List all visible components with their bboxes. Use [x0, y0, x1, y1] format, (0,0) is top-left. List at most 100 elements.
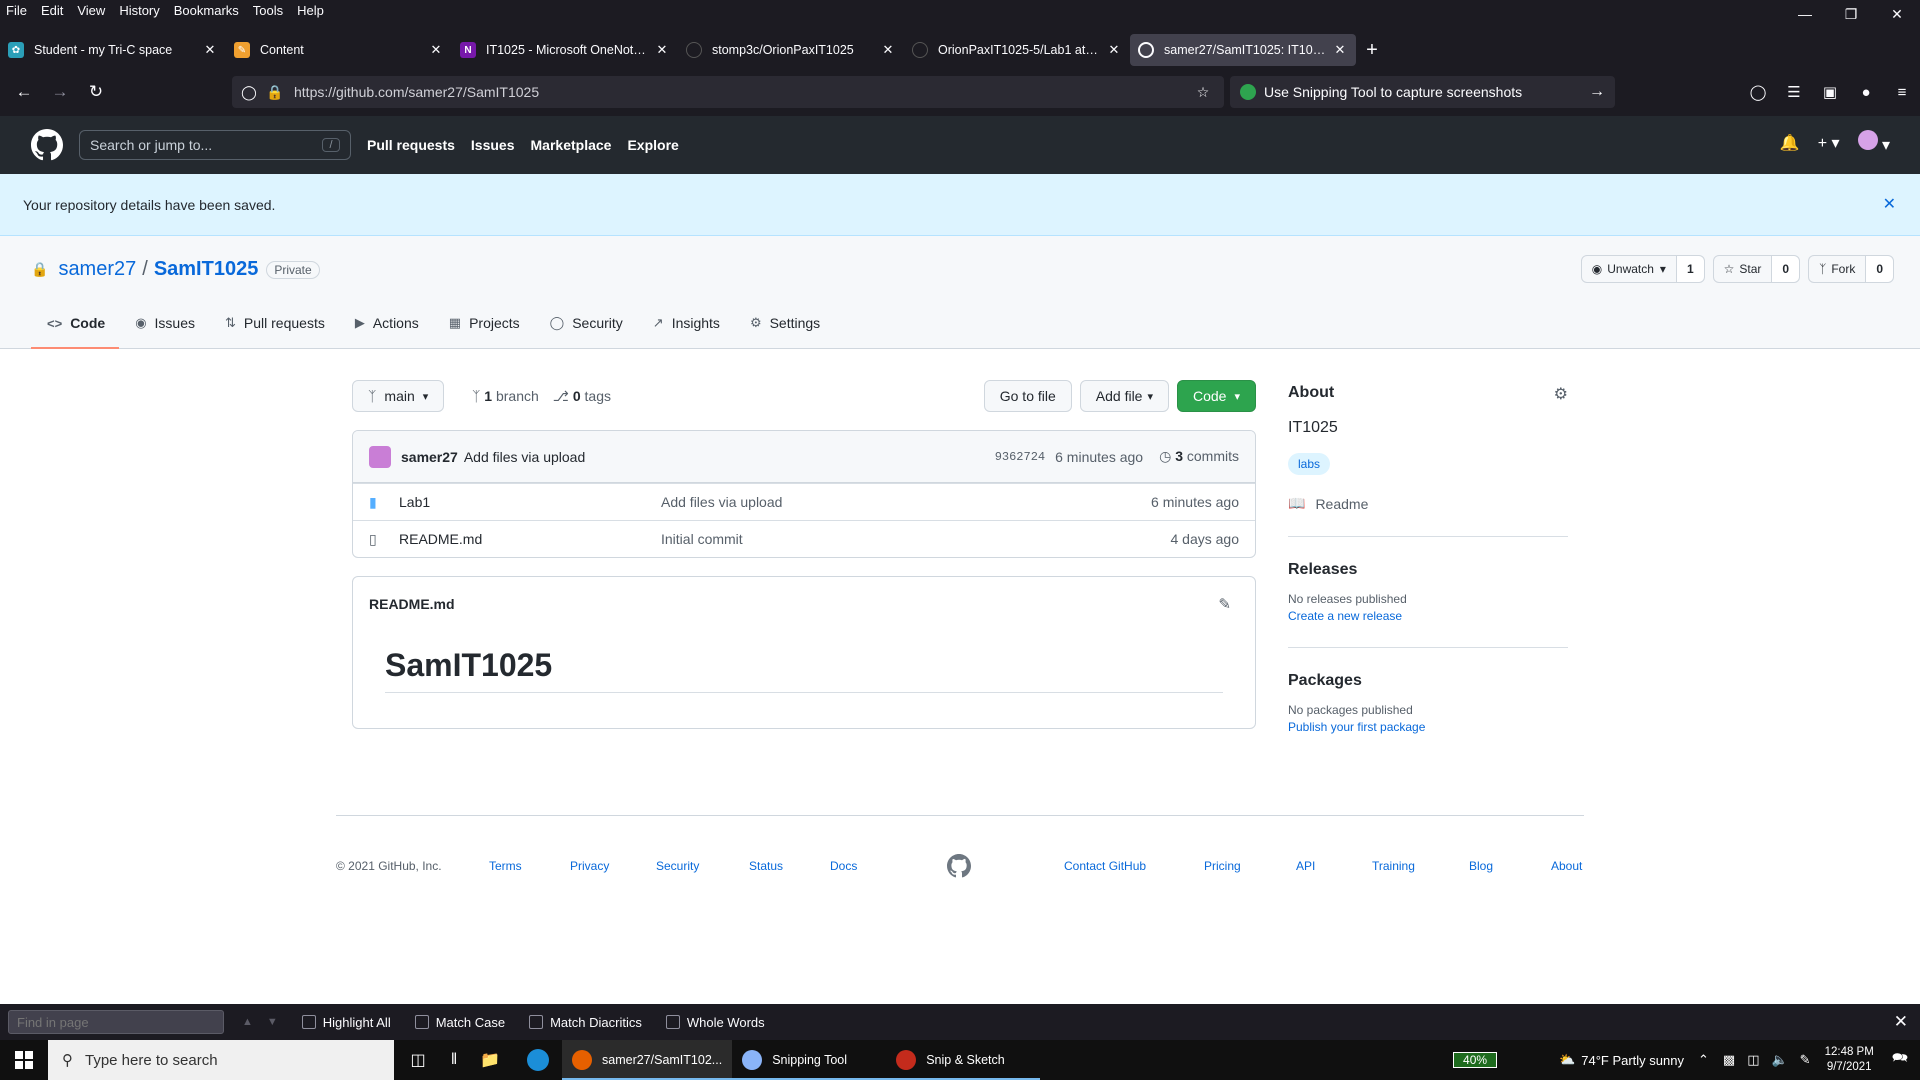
readme-link[interactable]: 📖 Readme — [1288, 495, 1568, 512]
pencil-edit-icon[interactable]: ✎ — [1218, 595, 1231, 613]
hamburger-menu-icon[interactable]: ≡ — [1884, 84, 1920, 101]
footer-link-pricing[interactable]: Pricing — [1204, 859, 1241, 873]
file-row[interactable]: ▯ README.md Initial commit 4 days ago — [353, 520, 1255, 557]
repo-owner-link[interactable]: samer27 — [58, 258, 136, 281]
shield-icon[interactable]: ◯ — [236, 84, 262, 101]
find-previous-icon[interactable]: ▲ — [242, 1016, 253, 1028]
volume-icon[interactable]: 🔈 — [1771, 1052, 1787, 1068]
new-tab-icon[interactable]: + — [1356, 34, 1388, 66]
create-release-link[interactable]: Create a new release — [1288, 609, 1568, 623]
menu-bookmarks[interactable]: Bookmarks — [167, 3, 246, 18]
notifications-bell-icon[interactable]: 🔔 — [1780, 133, 1800, 153]
go-to-file-button[interactable]: Go to file — [983, 380, 1072, 412]
library-icon[interactable]: ☰ — [1776, 83, 1812, 101]
menu-help[interactable]: Help — [290, 3, 331, 18]
browser-tab[interactable]: OrionPaxIT1025-5/Lab1 at mast ✕ — [904, 34, 1130, 66]
extension-icon[interactable]: ▣ — [1812, 83, 1848, 101]
commit-message[interactable]: Add files via upload — [464, 449, 585, 465]
find-next-icon[interactable]: ▼ — [267, 1016, 278, 1028]
github-logo-icon[interactable] — [31, 129, 63, 161]
close-tab-icon[interactable]: ✕ — [880, 42, 896, 58]
file-name[interactable]: Lab1 — [399, 494, 661, 510]
footer-link-terms[interactable]: Terms — [489, 859, 522, 873]
lock-icon[interactable]: 🔒 — [262, 84, 288, 101]
packages-heading[interactable]: Packages — [1288, 672, 1568, 690]
tray-app-icon[interactable]: ▩ — [1723, 1052, 1735, 1068]
back-icon[interactable]: ← — [6, 76, 42, 108]
tab-code[interactable]: <> Code — [31, 298, 120, 349]
pinned-app-icon[interactable]: ‖ — [442, 1040, 466, 1080]
nav-explore[interactable]: Explore — [627, 137, 678, 153]
file-row[interactable]: ▮ Lab1 Add files via upload 6 minutes ag… — [353, 483, 1255, 520]
bookmark-star-icon[interactable]: ☆ — [1190, 84, 1216, 101]
footer-link-blog[interactable]: Blog — [1469, 859, 1493, 873]
menu-edit[interactable]: Edit — [34, 3, 70, 18]
browser-tab[interactable]: ✎ Content ✕ — [226, 34, 452, 66]
publish-package-link[interactable]: Publish your first package — [1288, 720, 1568, 734]
taskbar-app-firefox[interactable]: samer27/SamIT102... — [562, 1040, 733, 1080]
highlight-all-checkbox[interactable]: Highlight All — [301, 1015, 391, 1030]
footer-link-api[interactable]: API — [1296, 859, 1315, 873]
chevron-up-icon[interactable]: ⌃ — [1698, 1052, 1709, 1068]
releases-heading[interactable]: Releases — [1288, 561, 1568, 579]
restore-icon[interactable]: ❐ — [1828, 0, 1874, 28]
repo-name-link[interactable]: SamIT1025 — [154, 258, 259, 281]
footer-link-status[interactable]: Status — [749, 859, 783, 873]
taskbar-app-snipping-tool[interactable]: Snipping Tool — [732, 1040, 887, 1080]
minimize-icon[interactable]: — — [1782, 0, 1828, 28]
close-tab-icon[interactable]: ✕ — [428, 42, 444, 58]
browser-tab-active[interactable]: samer27/SamIT1025: IT1025 ✕ — [1130, 34, 1356, 66]
tab-security[interactable]: ◯ Security — [534, 298, 637, 348]
url-bar[interactable]: ◯ 🔒 https://github.com/samer27/SamIT1025… — [232, 76, 1224, 108]
branch-select-button[interactable]: ᛉ main ▾ — [352, 380, 445, 412]
menu-file[interactable]: File — [0, 3, 34, 18]
file-commit-message[interactable]: Initial commit — [661, 531, 743, 547]
forward-icon[interactable]: → — [42, 76, 78, 108]
menu-view[interactable]: View — [70, 3, 112, 18]
tab-pull-requests[interactable]: ⇅ Pull requests — [209, 298, 339, 348]
tab-issues[interactable]: ◉ Issues — [119, 298, 209, 348]
snipping-tip-bar[interactable]: Use Snipping Tool to capture screenshots… — [1230, 76, 1615, 108]
create-new-plus-icon[interactable]: + ▾ — [1818, 133, 1840, 153]
avatar[interactable] — [369, 445, 391, 468]
nav-issues[interactable]: Issues — [471, 137, 515, 153]
pen-icon[interactable]: ✎ — [1800, 1052, 1811, 1068]
footer-link-security[interactable]: Security — [656, 859, 699, 873]
close-icon[interactable]: ✕ — [1894, 1012, 1908, 1032]
star-count[interactable]: 0 — [1772, 256, 1800, 282]
menu-history[interactable]: History — [112, 3, 166, 18]
commit-history-link[interactable]: ◷ 3 commits — [1159, 448, 1239, 465]
close-tab-icon[interactable]: ✕ — [1106, 42, 1122, 58]
footer-link-privacy[interactable]: Privacy — [570, 859, 609, 873]
readme-filename[interactable]: README.md — [369, 596, 455, 612]
close-icon[interactable]: ✕ — [1883, 194, 1896, 214]
tags-link[interactable]: ⎇ 0 tags — [553, 388, 611, 405]
file-explorer-icon[interactable]: 📁 — [466, 1040, 514, 1080]
user-menu[interactable]: ▾ — [1857, 130, 1890, 155]
browser-tab[interactable]: stomp3c/OrionPaxIT1025 ✕ — [678, 34, 904, 66]
arrow-right-icon[interactable]: → — [1589, 83, 1605, 101]
notification-center-icon[interactable]: 🗪 — [1892, 1049, 1908, 1071]
system-clock[interactable]: 12:48 PM 9/7/2021 — [1825, 1045, 1874, 1075]
branches-link[interactable]: ᛉ 1 branch — [472, 388, 539, 405]
close-tab-icon[interactable]: ✕ — [202, 42, 218, 58]
weather-text[interactable]: 74°F Partly sunny — [1581, 1053, 1684, 1068]
tab-insights[interactable]: ↗ Insights — [637, 298, 734, 348]
footer-link-docs[interactable]: Docs — [830, 859, 857, 873]
code-button[interactable]: Code ▾ — [1177, 380, 1256, 412]
footer-link-training[interactable]: Training — [1372, 859, 1415, 873]
match-diacritics-checkbox[interactable]: Match Diacritics — [529, 1015, 642, 1030]
add-file-button[interactable]: Add file ▾ — [1079, 380, 1169, 412]
star-button[interactable]: ☆ Star — [1714, 256, 1773, 282]
network-icon[interactable]: ◫ — [1747, 1052, 1759, 1068]
tab-settings[interactable]: ⚙ Settings — [734, 298, 834, 348]
file-name[interactable]: README.md — [399, 531, 661, 547]
close-tab-icon[interactable]: ✕ — [1332, 42, 1348, 58]
find-input[interactable] — [8, 1010, 224, 1034]
close-tab-icon[interactable]: ✕ — [654, 42, 670, 58]
task-view-icon[interactable]: ◫ — [394, 1040, 442, 1080]
github-search-input[interactable]: Search or jump to... / — [79, 130, 351, 160]
topic-tag[interactable]: labs — [1288, 453, 1331, 475]
fork-button[interactable]: ᛉ Fork — [1809, 256, 1867, 282]
footer-link-about[interactable]: About — [1551, 859, 1582, 873]
